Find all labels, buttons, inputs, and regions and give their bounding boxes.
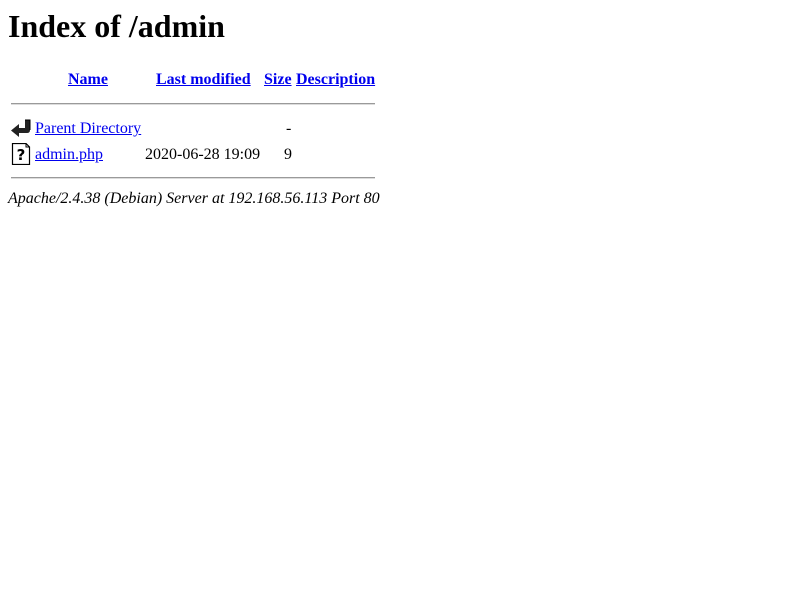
table-cell-last-modified: 2020-06-28 19:09 [145,146,261,163]
footer-divider [11,177,375,179]
file-link-admin-php[interactable]: admin.php [35,145,103,165]
page-title: Index of /admin [8,8,225,44]
table-cell-size: 9 [284,146,292,163]
sort-by-description-link[interactable]: Description [296,70,375,90]
table-cell-size: - [286,120,292,137]
svg-text:?: ? [17,146,26,164]
unknown-file-icon[interactable]: ? [10,142,32,166]
parent-directory-link[interactable]: Parent Directory [35,119,141,139]
sort-by-size-link[interactable]: Size [264,70,292,90]
server-signature: Apache/2.4.38 (Debian) Server at 192.168… [8,190,380,207]
back-arrow-icon[interactable] [10,117,32,139]
sort-by-name-link[interactable]: Name [68,70,108,90]
header-divider [11,103,375,105]
sort-by-last-modified-link[interactable]: Last modified [156,70,251,90]
